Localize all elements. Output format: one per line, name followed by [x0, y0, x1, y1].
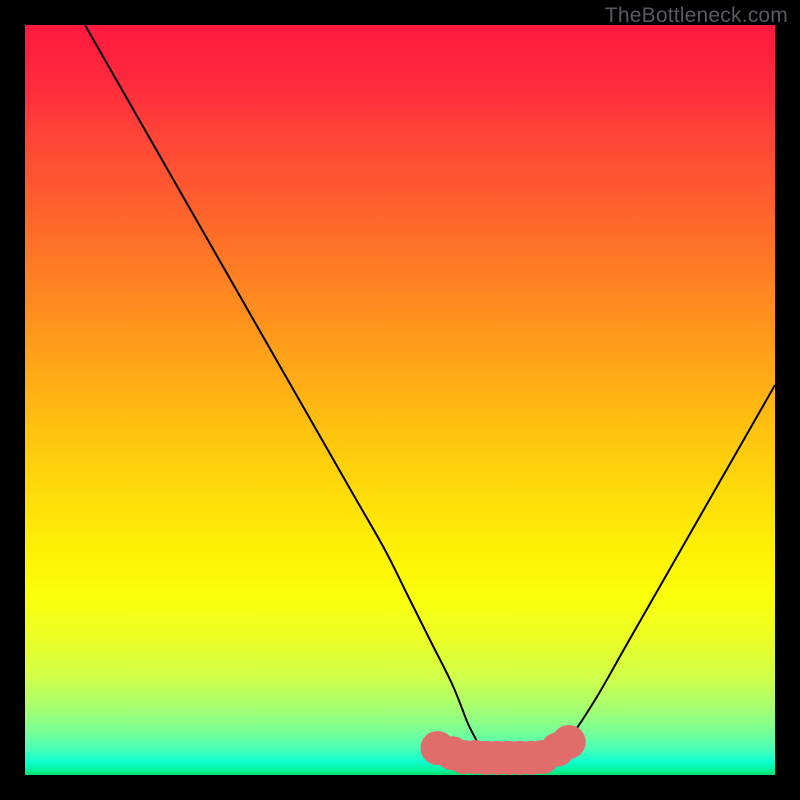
- plot-area: [25, 25, 775, 775]
- bottleneck-curve: [85, 25, 775, 768]
- curve-layer: [25, 25, 775, 775]
- watermark-text: TheBottleneck.com: [605, 4, 788, 28]
- marker-group: [421, 725, 586, 775]
- marker-dot: [552, 725, 586, 759]
- chart-frame: TheBottleneck.com: [0, 0, 800, 800]
